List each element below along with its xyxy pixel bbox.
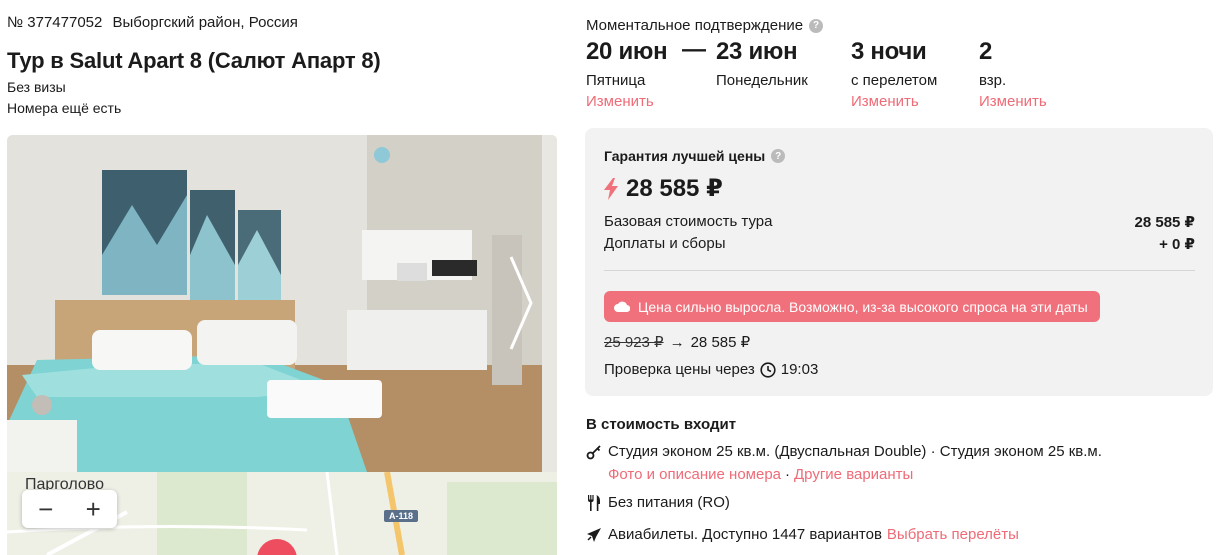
lightning-icon (604, 177, 618, 200)
change-nights-link[interactable]: Изменить (851, 93, 937, 110)
availability-info: Номера ещё есть (7, 100, 122, 116)
road-badge: А-118 (384, 510, 419, 522)
choose-flights-link[interactable]: Выбрать перелёты (887, 526, 1019, 543)
price-rise-text: Цена сильно выросла. Возможно, из-за выс… (638, 298, 1088, 315)
zoom-out-button[interactable]: − (22, 490, 70, 528)
date-from-block: 20 июн Пятница Изменить (586, 38, 668, 110)
room-include-row: Студия эконом 25 кв.м. (Двуспальная Doub… (586, 443, 1102, 460)
price-rise-alert: Цена сильно выросла. Возможно, из-за выс… (604, 291, 1100, 322)
instant-confirmation: Моментальное подтверждение ? (586, 17, 824, 34)
date-from-weekday: Пятница (586, 72, 646, 89)
new-price: 28 585 ₽ (690, 334, 751, 351)
price-change-row: 25 923 ₽ → 28 585 ₽ (604, 333, 751, 352)
plane-icon (586, 527, 602, 543)
best-price-guarantee: Гарантия лучшей цены ? (604, 148, 786, 164)
flights-include-row: Авиабилеты. Доступно 1447 вариантов Выбр… (586, 526, 1019, 543)
change-guests-link[interactable]: Изменить (979, 93, 1047, 110)
date-to-block: 23 июн Понедельник (716, 38, 808, 89)
zoom-controls: − + (22, 490, 117, 528)
price-check-label: Проверка цены через (604, 361, 755, 378)
zoom-in-button[interactable]: + (70, 490, 118, 528)
price-check-row: Проверка цены через 19:03 (604, 361, 818, 378)
price-panel: Гарантия лучшей цены ? 28 585 ₽ Базовая … (585, 128, 1213, 396)
extra-fees-value: + 0 ₽ (1159, 236, 1195, 253)
total-price-value: 28 585 ₽ (626, 175, 723, 202)
room-links-separator: · (785, 466, 790, 483)
includes-title: В стоимость входит (586, 416, 737, 433)
nights-flight: с перелетом (851, 72, 938, 89)
date-dash: — (682, 36, 706, 63)
total-price: 28 585 ₽ (604, 174, 723, 203)
price-divider (604, 270, 1195, 271)
date-to-weekday: Понедельник (716, 72, 808, 89)
nights-count: 3 ночи (851, 38, 927, 65)
confirm-label: Моментальное подтверждение (586, 17, 804, 34)
guests-count: 2 (979, 38, 993, 65)
next-photo-arrow[interactable] (507, 253, 535, 353)
visa-info: Без визы (7, 79, 66, 95)
base-price-row: Базовая стоимость тура 28 585 ₽ (604, 213, 1195, 231)
cloud-icon (614, 301, 630, 312)
guarantee-label: Гарантия лучшей цены (604, 148, 766, 164)
guests-block: 2 взр. Изменить (979, 38, 1047, 110)
hotel-photo[interactable] (7, 135, 557, 472)
room-description: Студия эконом 25 кв.м. (Двуспальная Doub… (608, 443, 1102, 460)
room-other-options-link[interactable]: Другие варианты (794, 466, 913, 483)
extra-fees-label: Доплаты и сборы (604, 235, 726, 252)
old-price: 25 923 ₽ (604, 334, 664, 351)
base-price-label: Базовая стоимость тура (604, 213, 773, 230)
location-map[interactable]: Парголово − + А-118 (7, 472, 557, 555)
cutlery-icon (586, 494, 602, 511)
room-photos-link[interactable]: Фото и описание номера (608, 466, 781, 483)
change-dates-link[interactable]: Изменить (586, 93, 667, 110)
meal-description: Без питания (RO) (608, 494, 730, 511)
extra-fees-row: Доплаты и сборы + 0 ₽ (604, 235, 1195, 253)
price-arrow: → (669, 333, 685, 351)
room-illustration (7, 135, 557, 472)
guests-type: взр. (979, 72, 1007, 89)
date-from: 20 июн (586, 38, 668, 65)
guarantee-help-icon[interactable]: ? (771, 149, 786, 163)
room-links-row: Фото и описание номера · Другие варианты (608, 466, 913, 483)
base-price-value: 28 585 ₽ (1134, 214, 1195, 231)
help-icon[interactable]: ? (809, 18, 824, 33)
key-icon (586, 444, 602, 460)
date-to: 23 июн (716, 38, 798, 65)
tour-title: Тур в Salut Apart 8 (Салют Апарт 8) (7, 48, 381, 73)
meal-include-row: Без питания (RO) (586, 494, 730, 511)
flights-description: Авиабилеты. Доступно 1447 вариантов (608, 526, 882, 543)
price-check-time: 19:03 (780, 361, 819, 378)
tour-id: № 377477052 (7, 14, 103, 31)
tour-header: № 377477052 Выборгский район, Россия (7, 14, 304, 31)
clock-icon (760, 361, 776, 378)
nights-block: 3 ночи с перелетом Изменить (851, 38, 937, 110)
tour-region: Выборгский район, Россия (112, 14, 298, 31)
